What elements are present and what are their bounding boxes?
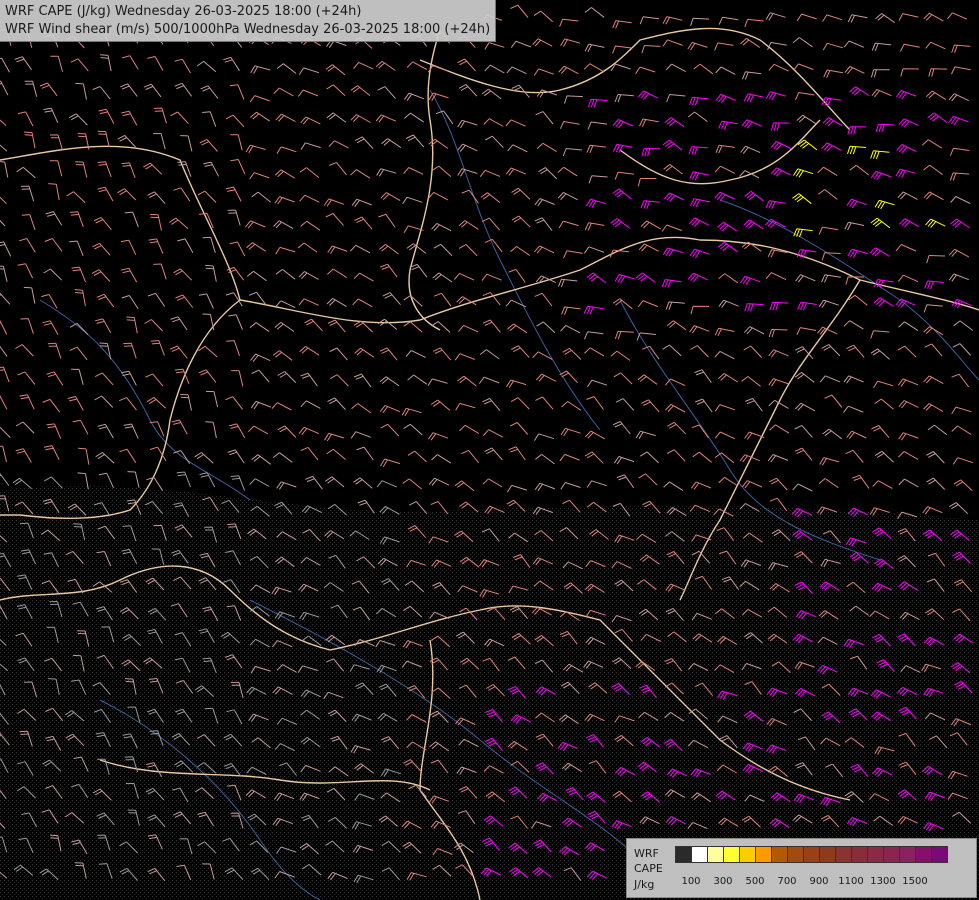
legend-word-cape: CAPE <box>634 862 663 875</box>
legend-swatch <box>883 846 900 863</box>
legend-tick-label: 700 <box>777 876 797 887</box>
legend-swatch <box>787 846 804 863</box>
legend-ticks: 100 300 500 700 900 1100 1300 1500 <box>675 876 975 890</box>
legend-tick-label: 1300 <box>870 876 896 887</box>
legend-swatch <box>899 846 916 863</box>
legend-tick-label: 1500 <box>902 876 928 887</box>
legend-tick-label: 500 <box>745 876 765 887</box>
legend-word-unit: J/kg <box>634 878 655 891</box>
legend-swatch <box>755 846 772 863</box>
legend-swatch <box>723 846 740 863</box>
map-title-box: WRF CAPE (J/kg) Wednesday 26-03-2025 18:… <box>0 0 497 42</box>
legend-tick-label: 100 <box>681 876 701 887</box>
legend-swatch <box>707 846 724 863</box>
legend-swatch <box>915 846 932 863</box>
legend-tick-label: 1100 <box>838 876 864 887</box>
legend-tick-label: 900 <box>809 876 829 887</box>
legend-swatch <box>803 846 820 863</box>
title-cape: WRF CAPE (J/kg) Wednesday 26-03-2025 18:… <box>5 4 362 19</box>
legend-swatch <box>931 846 948 863</box>
legend-swatch <box>867 846 884 863</box>
legend-swatch <box>675 846 692 863</box>
weather-map[interactable] <box>0 0 979 900</box>
legend-swatch <box>739 846 756 863</box>
legend-swatch <box>851 846 868 863</box>
legend-swatch <box>819 846 836 863</box>
legend-swatch <box>691 846 708 863</box>
legend-swatch <box>835 846 852 863</box>
cape-legend: WRF CAPE J/kg 100 300 500 700 900 1100 1300 150… <box>626 838 977 898</box>
legend-word-wrf: WRF <box>634 847 659 860</box>
legend-swatch <box>771 846 788 863</box>
legend-tick-label: 300 <box>713 876 733 887</box>
title-wind-shear: WRF Wind shear (m/s) 500/1000hPa Wednesd… <box>5 22 491 37</box>
legend-swatches <box>675 846 948 863</box>
